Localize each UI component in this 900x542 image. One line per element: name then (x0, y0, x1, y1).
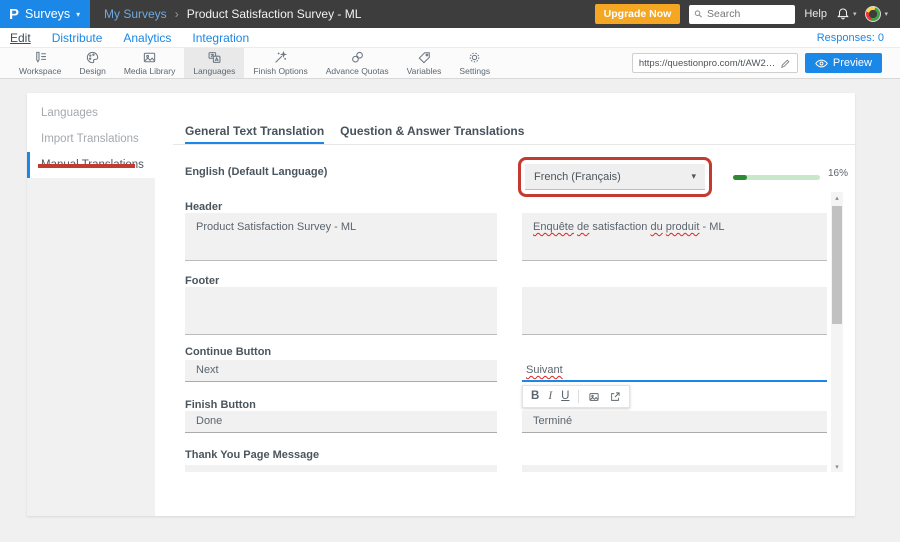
media-library-icon (142, 50, 157, 65)
nav-tab-integration[interactable]: Integration (192, 31, 249, 45)
header-translation-textarea[interactable]: Enquête de satisfaction du produit - ML (522, 213, 827, 261)
breadcrumb-survey-title: Product Satisfaction Survey - ML (187, 7, 362, 21)
survey-url-field[interactable]: https://questionpro.com/t/AW22Zd1S1 (632, 53, 798, 73)
translation-tabs: General Text Translation Question & Answ… (173, 120, 855, 145)
continue-source-text: Next (185, 360, 497, 382)
scrollbar-thumb[interactable] (832, 206, 842, 324)
scrollbar[interactable]: ▴ ▾ (831, 192, 843, 472)
italic-button[interactable]: I (548, 391, 552, 403)
scroll-up-arrow-icon[interactable]: ▴ (831, 192, 843, 203)
chevron-down-icon: ▾ (853, 10, 857, 18)
translation-panel: English (Default Language) French (Franç… (155, 146, 855, 472)
translations-main: General Text Translation Question & Answ… (155, 93, 855, 516)
continue-translation-input[interactable]: Suivant (522, 360, 827, 382)
topbar: P Surveys ▾ My Surveys › Product Satisfa… (0, 0, 900, 28)
field-header-label: Header (185, 201, 222, 213)
survey-url: https://questionpro.com/t/AW22Zd1S1 (639, 58, 776, 69)
insert-image-button[interactable] (588, 391, 600, 403)
sidebar-item-languages[interactable]: Languages (27, 100, 155, 126)
toolbar-item-advance-quotas[interactable]: Advance Quotas (317, 48, 398, 78)
toolbar-divider (578, 390, 579, 403)
progress-fill (733, 175, 747, 180)
field-footer-label: Footer (185, 275, 219, 287)
survey-nav: Edit Distribute Analytics Integration Re… (0, 28, 900, 48)
scroll-down-arrow-icon[interactable]: ▾ (831, 461, 843, 472)
insert-link-button[interactable] (609, 391, 621, 403)
chevron-down-icon: ▾ (691, 171, 696, 182)
toolbar-item-media-library[interactable]: Media Library (115, 48, 185, 78)
field-finish-button-label: Finish Button (185, 399, 256, 411)
toolbar-item-finish-options[interactable]: Finish Options (244, 48, 316, 78)
nav-tab-distribute[interactable]: Distribute (52, 31, 103, 45)
notifications-button[interactable]: ▾ (836, 7, 857, 21)
toolbar-item-design[interactable]: Design (70, 48, 114, 78)
breadcrumb: My Surveys › Product Satisfaction Survey… (104, 7, 361, 21)
edit-url-pencil-icon[interactable] (780, 58, 791, 69)
topbar-actions: Upgrade Now Help ▾ ▾ (595, 4, 900, 24)
nav-tab-edit[interactable]: Edit (10, 31, 31, 45)
bold-button[interactable]: B (531, 391, 539, 403)
breadcrumb-my-surveys[interactable]: My Surveys (104, 7, 167, 21)
nav-tab-analytics[interactable]: Analytics (123, 31, 171, 45)
toolbar-item-languages[interactable]: Languages (184, 48, 244, 78)
chevron-down-icon: ▾ (76, 10, 80, 19)
annotation-red-underline (38, 164, 135, 168)
search-icon (694, 9, 703, 19)
gear-icon (467, 50, 482, 65)
questionpro-logo-icon: P (9, 7, 19, 22)
chevron-down-icon: ▾ (884, 10, 888, 18)
thank-you-translation-textarea[interactable] (522, 465, 827, 472)
finish-source-text: Done (185, 411, 497, 433)
underline-button[interactable]: U (561, 391, 569, 403)
content-card: Languages Import Translations Manual Tra… (27, 93, 855, 516)
responses-count[interactable]: Responses: 0 (817, 32, 884, 44)
upgrade-now-button[interactable]: Upgrade Now (595, 4, 681, 24)
format-toolbar: B I U (522, 385, 630, 408)
app-menu-label: Surveys (25, 7, 70, 21)
field-continue-button-label: Continue Button (185, 346, 271, 358)
chain-links-icon (350, 50, 365, 65)
surveys-app-menu[interactable]: P Surveys ▾ (0, 0, 90, 28)
design-palette-icon (85, 50, 100, 65)
breadcrumb-separator-icon: › (175, 7, 179, 21)
global-search[interactable] (689, 5, 795, 24)
target-language-dropdown[interactable]: French (Français) ▾ (525, 164, 705, 190)
target-language-value: French (Français) (534, 171, 621, 183)
workspace-icon (33, 50, 48, 65)
eye-icon (815, 58, 828, 69)
account-menu[interactable]: ▾ (865, 6, 888, 22)
sidebar-background (27, 178, 155, 516)
header-source-text: Product Satisfaction Survey - ML (185, 213, 497, 261)
avatar (865, 6, 881, 22)
progress-percent: 16% (828, 168, 848, 179)
tab-general-text-translation[interactable]: General Text Translation (185, 120, 324, 144)
finish-translation-input[interactable]: Terminé (522, 411, 827, 433)
tab-question-answer-translations[interactable]: Question & Answer Translations (340, 120, 524, 144)
footer-translation-textarea[interactable] (522, 287, 827, 335)
thank-you-source-text (185, 465, 497, 472)
preview-button[interactable]: Preview (805, 53, 882, 73)
field-thank-you-label: Thank You Page Message (185, 449, 319, 461)
footer-source-text (185, 287, 497, 335)
toolbar-item-settings[interactable]: Settings (450, 48, 499, 78)
survey-toolbar: Workspace Design Media Library Languages… (0, 48, 900, 79)
tag-icon (417, 50, 432, 65)
help-link[interactable]: Help (804, 8, 827, 20)
languages-translation-icon (207, 50, 222, 65)
translation-progress-bar (733, 175, 820, 180)
bell-icon (836, 7, 850, 21)
search-input[interactable] (707, 8, 790, 20)
sidebar-item-import-translations[interactable]: Import Translations (27, 126, 155, 152)
translations-sidebar: Languages Import Translations Manual Tra… (27, 93, 155, 516)
toolbar-item-variables[interactable]: Variables (398, 48, 451, 78)
magic-wand-icon (273, 50, 288, 65)
toolbar-item-workspace[interactable]: Workspace (10, 48, 70, 78)
source-language-label: English (Default Language) (185, 166, 327, 178)
